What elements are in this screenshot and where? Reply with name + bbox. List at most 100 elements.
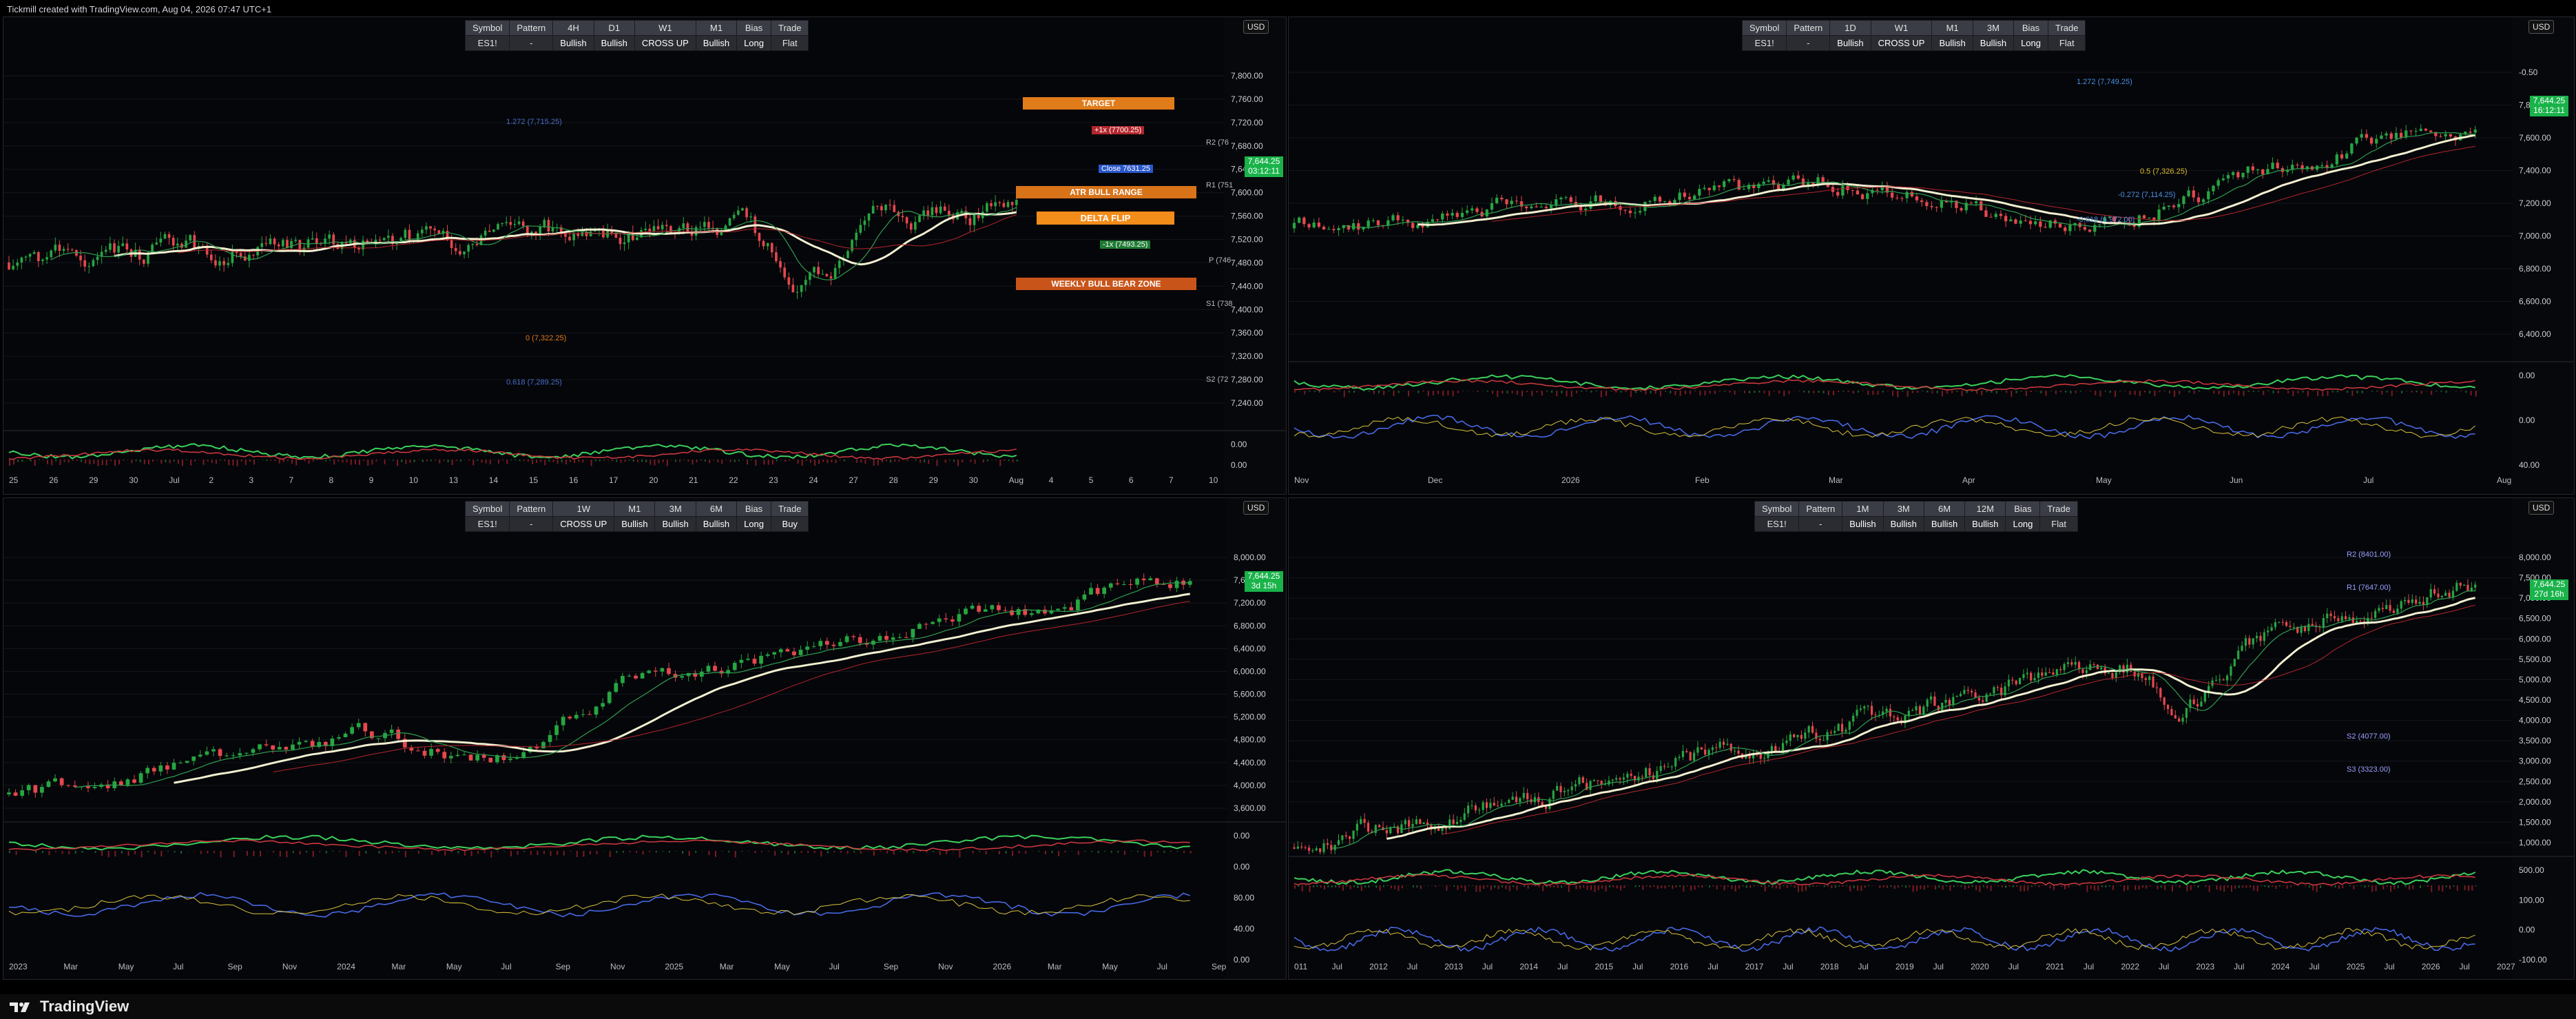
osc-histogram-bar [688, 851, 690, 856]
candle-body [986, 203, 988, 212]
osc-histogram-bar [1968, 885, 1970, 888]
candle-body [667, 668, 671, 675]
candle-body [2444, 134, 2447, 136]
price-axis-label: 7,320.00 [1231, 351, 1263, 361]
candle-body [2414, 130, 2418, 132]
osc-histogram-bar [1912, 885, 1914, 892]
candle-body [66, 785, 71, 786]
osc-histogram-bar [200, 851, 202, 854]
currency-badge[interactable]: USD [2528, 20, 2555, 34]
osc-histogram-bar [1368, 391, 1370, 392]
candle-body [1485, 802, 1488, 808]
header-cell-bias: Bias [736, 20, 771, 36]
fib-label: 1.272 (7,715.25) [506, 118, 562, 126]
candle-body [1102, 587, 1107, 595]
osc-histogram-bar [437, 851, 439, 852]
candle-body [983, 609, 988, 612]
osc-histogram-bar [2075, 391, 2077, 393]
time-axis-label: 2027 [2497, 962, 2515, 971]
osc-histogram-bar [563, 851, 565, 856]
candle-body [159, 238, 163, 243]
candle-body [686, 223, 689, 232]
candle-body [1526, 792, 1529, 800]
osc-histogram-bar [1823, 885, 1825, 887]
candle-body [425, 226, 428, 230]
signal-cell-pattern: - [509, 35, 554, 51]
osc-histogram-bar [1893, 885, 1895, 889]
chart-panel-1w[interactable]: 8,000.007,600.007,200.006,800.006,400.00… [3, 497, 1287, 980]
osc-histogram-bar [822, 460, 824, 462]
osc-histogram-bar [1838, 391, 1840, 393]
osc-histogram-bar [881, 460, 883, 463]
osc-histogram-bar [708, 851, 710, 856]
time-axis-label: Jul [1858, 962, 1868, 971]
osc-histogram-bar [2360, 885, 2362, 887]
candle-body [1497, 805, 1499, 807]
plot-background [1289, 17, 2512, 494]
price-chart[interactable]: -0.507,800.007,600.007,400.007,200.007,0… [1289, 17, 2574, 494]
candle-body [627, 675, 632, 677]
candle-body [2340, 616, 2343, 621]
candle-body [1441, 827, 1444, 831]
osc-histogram-bar [345, 851, 347, 857]
header-cell-3m: 3M [1882, 501, 1924, 517]
tradingview-logo[interactable]: TradingView [10, 998, 129, 1016]
osc-histogram-bar [946, 851, 948, 854]
osc-histogram-bar [2245, 885, 2247, 888]
time-axis-label: 2022 [2121, 962, 2139, 971]
candle-body [2144, 678, 2147, 680]
chart-panel-4h[interactable]: 7,800.007,760.007,720.007,680.007,640.00… [3, 17, 1287, 495]
chart-panel-1d[interactable]: -0.507,800.007,600.007,400.007,200.007,0… [1288, 17, 2575, 495]
osc-histogram-bar [1012, 851, 1014, 856]
osc-histogram-bar [417, 851, 419, 854]
price-chart[interactable]: 8,000.007,600.007,200.006,800.006,400.00… [3, 498, 1286, 979]
signal-cell-m1: Bullish [1931, 35, 1973, 51]
osc-histogram-bar [2179, 391, 2181, 395]
currency-badge[interactable]: USD [1243, 20, 1269, 34]
candle-body [113, 243, 116, 253]
currency-badge[interactable]: USD [2528, 501, 2555, 515]
candle-body [2345, 153, 2349, 158]
candle-body [1567, 790, 1570, 792]
osc-histogram-bar [2289, 885, 2292, 887]
candle-body [1900, 198, 1904, 199]
candle-body [1922, 706, 1925, 714]
osc-histogram-bar [51, 460, 53, 466]
candle-body [1344, 835, 1347, 836]
candle-body [2024, 220, 2027, 222]
candle-body [1948, 699, 1951, 706]
osc-histogram-bar [2060, 885, 2062, 887]
candle-body [1659, 765, 1662, 771]
candle-body [2142, 215, 2146, 218]
candle-body [2449, 134, 2452, 137]
candle-body [2267, 630, 2269, 632]
signal-table: Symbol Pattern 1M 3M 6M 12M Bias Trade ES1! - Bull… [1754, 501, 2078, 532]
osc-histogram-bar [2423, 885, 2425, 886]
osc-histogram-bar [215, 460, 217, 464]
candle-body [1915, 196, 1919, 200]
osc-histogram-bar [755, 460, 757, 466]
signal-cell-3m: Bullish [1882, 516, 1924, 532]
osc-histogram-bar [1716, 885, 1718, 890]
candle-body [1411, 223, 1415, 228]
osc-histogram-bar [270, 460, 272, 461]
candle-body [1692, 195, 1696, 200]
osc-histogram-bar [1346, 885, 1348, 887]
osc-histogram-bar [1383, 391, 1385, 395]
candle-body [1556, 785, 1559, 791]
chart-panel-1m[interactable]: 8,000.007,500.007,000.006,500.006,000.00… [1288, 497, 2575, 980]
candle-body [488, 230, 491, 232]
candle-body [732, 214, 736, 218]
candle-body [682, 223, 685, 228]
candle-body [2448, 593, 2451, 597]
osc-histogram-bar [1561, 885, 1563, 888]
osc-histogram-bar [2375, 885, 2377, 892]
price-chart[interactable]: 7,800.007,760.007,720.007,680.007,640.00… [3, 17, 1286, 494]
header-cell-trade: Trade [2047, 20, 2086, 36]
osc-histogram-bar [2263, 391, 2265, 395]
osc-histogram-bar [1734, 885, 1736, 892]
candle-body [492, 229, 495, 232]
price-axis-label: -0.50 [2519, 68, 2538, 77]
currency-badge[interactable]: USD [1243, 501, 1269, 515]
osc-histogram-bar [2371, 885, 2374, 892]
